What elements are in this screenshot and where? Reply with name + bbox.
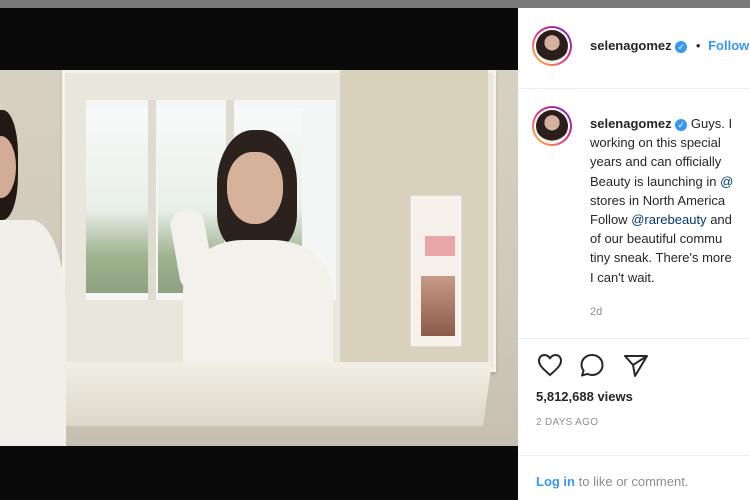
caption-line: Beauty is launching in (590, 173, 717, 189)
caption-line: years and can officially (590, 154, 722, 170)
follow-button[interactable]: Follow (708, 38, 749, 53)
caption-line: I can't wait. (590, 269, 655, 285)
post-date[interactable]: 2 DAYS AGO (536, 417, 598, 428)
caption-line: working on this special (590, 135, 721, 151)
top-strip (0, 0, 750, 8)
comment-icon[interactable] (578, 351, 606, 379)
login-link[interactable]: Log in (536, 474, 575, 489)
login-prompt: Log in to like or comment. (518, 455, 750, 500)
mention-link[interactable]: @rarebeauty (631, 212, 706, 227)
verified-badge-icon: ✓ (675, 40, 688, 53)
caption-line: Follow (590, 212, 628, 228)
caption-time-ago[interactable]: 2d (590, 306, 602, 318)
login-prompt-text: to like or comment. (578, 474, 689, 489)
verified-badge-icon: ✓ (675, 118, 688, 131)
caption-line: Guys. I (690, 116, 733, 131)
caption-line: of our beautiful commu (590, 231, 723, 247)
video-frame[interactable] (0, 70, 518, 446)
caption-comment: selenagomez ✓ Guys. I working on this sp… (518, 88, 750, 328)
separator-dot: • (695, 38, 701, 53)
post-header: selenagomez ✓ • Follow (518, 8, 750, 89)
mention-link-partial[interactable]: @ (720, 174, 733, 189)
header-row: selenagomez ✓ • Follow (590, 38, 749, 53)
view-count[interactable]: 5,812,688 views (536, 389, 633, 404)
share-icon[interactable] (622, 351, 650, 379)
post-actions: 5,812,688 views 2 DAYS AGO Log in to lik… (518, 338, 750, 499)
caption-avatar[interactable] (532, 106, 572, 146)
person-foreground (0, 110, 70, 446)
video-player[interactable] (0, 8, 518, 500)
caption-text: selenagomez ✓ Guys. I working on this sp… (590, 114, 750, 287)
caption-username-link[interactable]: selenagomez (590, 116, 672, 131)
person-reflection (165, 130, 335, 366)
mirror-ledge (53, 362, 493, 426)
heart-icon[interactable] (536, 351, 564, 379)
post-side-panel: selenagomez ✓ • Follow selenagomez ✓ Guy… (518, 8, 750, 500)
poster (410, 195, 462, 347)
caption-line: tiny sneak. There's more (590, 250, 732, 266)
caption-line: stores in North America (590, 192, 726, 208)
username-link[interactable]: selenagomez (590, 38, 672, 53)
caption-line: and (710, 212, 732, 228)
avatar[interactable] (532, 26, 572, 66)
